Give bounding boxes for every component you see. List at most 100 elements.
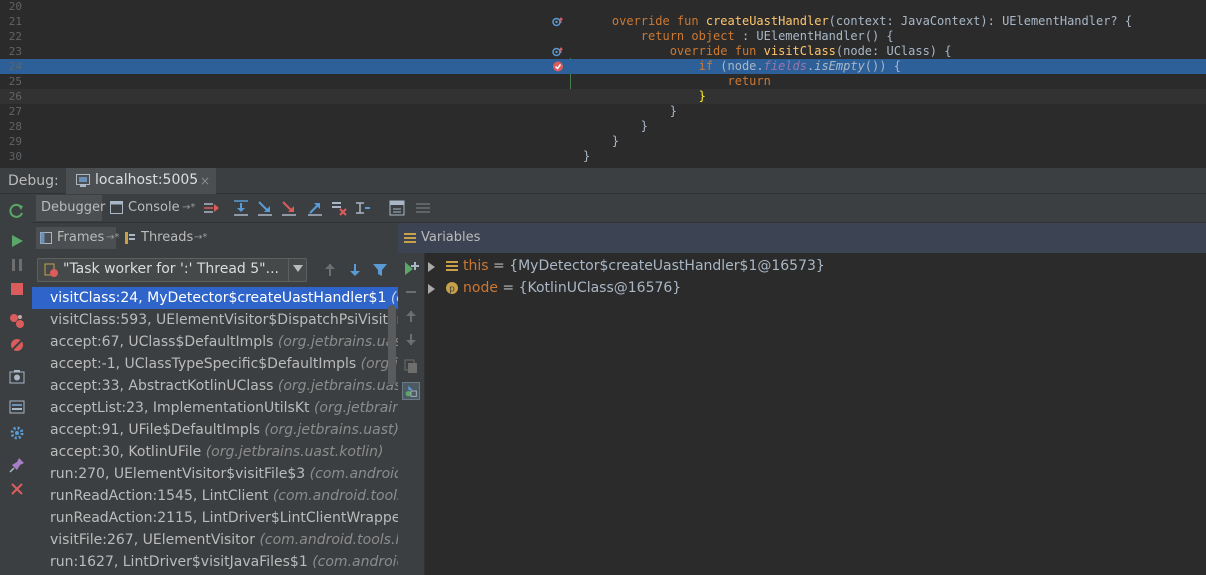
line-number: 29 (8, 135, 22, 148)
frame-item[interactable]: runReadAction:1545, LintClient (com.andr… (32, 485, 398, 507)
filter-icon[interactable] (372, 262, 388, 278)
code-line[interactable]: 21 override fun createUastHandler(contex… (0, 14, 1206, 29)
variable-value: {MyDetector$createUastHandler$1@16573} (509, 258, 825, 274)
code-line[interactable]: 28 } (0, 119, 1206, 134)
settings-icon[interactable] (8, 424, 26, 442)
frame-item[interactable]: accept:67, UClass$DefaultImpls (org.jetb… (32, 331, 398, 353)
tab-debugger[interactable]: Debugger (36, 195, 105, 221)
step-over-icon[interactable] (232, 199, 250, 217)
pause-icon[interactable] (8, 256, 26, 274)
frame-package: (org.jetbrains.uast.kotlin) (205, 444, 384, 460)
step-into-icon[interactable] (256, 199, 274, 217)
frame-item[interactable]: accept:33, AbstractKotlinUClass (org.jet… (32, 375, 398, 397)
resume-icon[interactable] (8, 232, 26, 250)
previous-frame-icon[interactable] (322, 262, 338, 278)
move-watch-up-icon[interactable] (402, 307, 420, 325)
code-line[interactable]: 29 } (0, 134, 1206, 149)
frame-item[interactable]: visitFile:267, UElementVisitor (com.andr… (32, 529, 398, 551)
parameter-icon: p (446, 282, 458, 295)
code-line[interactable]: 24 if (node.fields.isEmpty()) { (0, 59, 1206, 74)
frames-panel-header: Frames →* Threads →* (32, 223, 398, 254)
tab-console-label: Console (128, 200, 180, 215)
thread-selector[interactable]: "Task worker for ':' Thread 5"... (37, 258, 307, 282)
line-number: 26 (8, 90, 22, 103)
overrides-icon[interactable] (552, 16, 564, 27)
view-breakpoints-icon[interactable] (8, 312, 26, 330)
tab-frames-label: Frames (57, 230, 105, 245)
code-line[interactable]: 20 (0, 0, 1206, 14)
code-line[interactable]: 25 return (0, 74, 1206, 89)
frame-package: (org.jetbrains.uast) (313, 400, 398, 416)
duplicate-watch-icon[interactable] (402, 357, 420, 375)
frame-item[interactable]: acceptList:23, ImplementationUtilsKt (or… (32, 397, 398, 419)
frame-method: visitFile:267, UElementVisitor (50, 532, 255, 548)
frame-item[interactable]: visitClass:24, MyDetector$createUastHand… (32, 287, 398, 309)
tab-console[interactable]: Console →* (106, 195, 198, 221)
frame-item[interactable]: accept:-1, UClassTypeSpecific$DefaultImp… (32, 353, 398, 375)
step-out-icon[interactable] (306, 199, 324, 217)
thread-suspended-icon (44, 263, 58, 277)
overrides-icon[interactable] (552, 46, 564, 57)
line-number: 21 (8, 15, 22, 28)
line-number: 27 (8, 105, 22, 118)
tab-threads[interactable]: Threads →* (120, 227, 208, 249)
code-line[interactable]: 27 } (0, 104, 1206, 119)
variable-name-line: node = {KotlinUClass@16576} (463, 277, 681, 299)
variable-row[interactable]: this = {MyDetector$createUastHandler$1@1… (425, 255, 1206, 277)
breakpoint-icon[interactable] (552, 61, 564, 72)
force-step-into-icon[interactable] (280, 199, 298, 217)
frame-item[interactable]: runReadAction:2115, LintDriver$LintClien… (32, 507, 398, 529)
frame-method: run:1627, LintDriver$visitJavaFiles$1 (50, 554, 308, 570)
get-thread-dump-icon[interactable] (8, 368, 26, 386)
evaluate-expression-icon[interactable] (388, 199, 406, 217)
remove-watch-icon[interactable] (402, 283, 420, 301)
restore-layout-icon[interactable] (8, 398, 26, 416)
trace-current-stream-icon[interactable] (414, 199, 432, 217)
frame-item[interactable]: accept:30, KotlinUFile (org.jetbrains.ua… (32, 441, 398, 463)
frame-package: (com.android.tools.lint.client.api) (309, 466, 398, 482)
next-frame-icon[interactable] (347, 262, 363, 278)
stop-icon[interactable] (8, 280, 26, 298)
debug-session-tab[interactable]: localhost:5005 × (66, 168, 216, 194)
close-icon[interactable] (8, 480, 26, 498)
frames-icon (40, 232, 52, 244)
code-text: override fun visitClass(node: UClass) { (669, 44, 952, 58)
move-watch-down-icon[interactable] (402, 331, 420, 349)
line-number: 25 (8, 75, 22, 88)
pin-tab-icon: →* (194, 232, 208, 243)
code-text: } (583, 104, 677, 118)
frame-method: run:270, UElementVisitor$visitFile$3 (50, 466, 306, 482)
frame-item[interactable]: run:270, UElementVisitor$visitFile$3 (co… (32, 463, 398, 485)
code-line[interactable]: 30} (0, 149, 1206, 164)
frame-item[interactable]: accept:91, UFile$DefaultImpls (org.jetbr… (32, 419, 398, 441)
variables-panel-header: Variables (398, 223, 1206, 254)
frame-method: accept:33, AbstractKotlinUClass (50, 378, 274, 394)
run-to-cursor-icon[interactable] (354, 199, 372, 217)
code-line[interactable]: 22 return object : UElementHandler() { (0, 29, 1206, 44)
rerun-icon[interactable] (8, 202, 26, 220)
frame-method: accept:-1, UClassTypeSpecific$DefaultImp… (50, 356, 357, 372)
expand-arrow-icon[interactable] (428, 262, 435, 272)
frame-item[interactable]: run:1627, LintDriver$visitJavaFiles$1 (c… (32, 551, 398, 573)
pin-icon[interactable] (8, 456, 26, 474)
code-text: } (583, 134, 620, 148)
debugger-subtoolbar: Debugger Console →* (32, 194, 1206, 223)
line-number: 30 (8, 150, 22, 163)
remote-debug-icon (76, 174, 90, 187)
code-line[interactable]: 26 } (0, 89, 1206, 104)
expand-arrow-icon[interactable] (428, 284, 435, 294)
variable-row[interactable]: p node = {KotlinUClass@16576} (425, 277, 1206, 299)
drop-frame-icon[interactable] (330, 199, 348, 217)
tab-frames[interactable]: Frames →* (36, 227, 119, 249)
show-execution-point-icon[interactable] (202, 199, 220, 217)
mute-breakpoints-icon[interactable] (8, 336, 26, 354)
svg-text:p: p (449, 285, 455, 295)
thread-selector-value: "Task worker for ':' Thread 5"... (63, 261, 279, 277)
code-editor[interactable]: 20 21 override fun createUastHandler(cont… (0, 0, 1206, 167)
code-line[interactable]: 23 override fun visitClass(node: UClass)… (0, 44, 1206, 59)
new-watch-icon[interactable] (402, 259, 420, 277)
show-watches-in-variables-icon[interactable] (402, 382, 420, 400)
frame-item[interactable]: visitClass:593, UElementVisitor$Dispatch… (32, 309, 398, 331)
close-icon[interactable]: × (200, 174, 210, 188)
frames-scrollbar[interactable] (388, 305, 396, 385)
